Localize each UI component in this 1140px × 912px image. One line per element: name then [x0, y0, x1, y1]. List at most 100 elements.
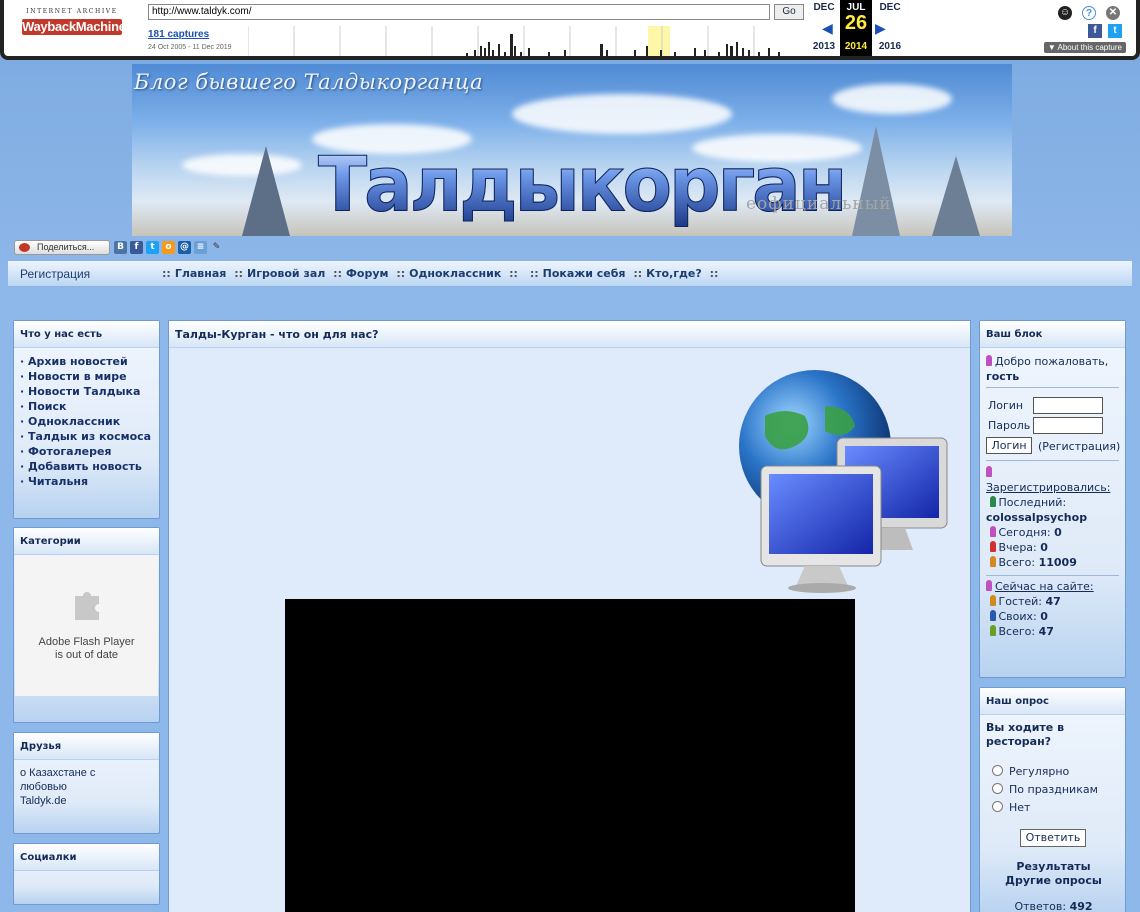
menu-block: Что у нас есть · Архив новостей · Новост… [13, 320, 160, 519]
poll-block-title: Наш опрос [980, 688, 1125, 715]
guest-name: гость [986, 370, 1020, 383]
wayback-current-day: 26 [844, 12, 868, 34]
menu-item-reading-room[interactable]: · Читальня [20, 474, 153, 489]
vote-button[interactable]: Ответить [1020, 829, 1086, 847]
wayback-sparkline[interactable] [248, 26, 804, 56]
users-icon [986, 355, 992, 366]
online-total-count: 47 [1038, 625, 1054, 638]
wayback-next-month: DEC [879, 2, 901, 13]
nav-links: :: Главная :: Игровой зал :: Форум :: Однокл… [162, 267, 719, 280]
menu-block-title: Что у нас есть [14, 321, 159, 348]
nav-link-show-yourself[interactable]: Покажи себя [543, 267, 626, 280]
mailru-icon[interactable]: @ [178, 241, 191, 254]
friend-link-kazakhstan-cont[interactable]: любовью [20, 780, 153, 794]
close-icon[interactable]: ✕ [1106, 6, 1120, 20]
facebook-share-icon[interactable]: f [130, 241, 143, 254]
welcome-text: Добро пожаловать, [995, 355, 1109, 368]
total-icon [989, 556, 996, 567]
wayback-prev-year[interactable]: 2013 [808, 41, 840, 52]
liveinternet-icon[interactable]: ≡ [194, 241, 207, 254]
odnoklassniki-icon[interactable]: о [162, 241, 175, 254]
poll-block: Наш опрос Вы ходите в ресторан? Регулярн… [979, 687, 1126, 912]
wayback-date-range: 24 Oct 2005 - 11 Dec 2019 [148, 44, 232, 51]
main-navigation: Регистрация :: Главная :: Игровой зал :: Фо… [8, 261, 1132, 287]
guests-icon [989, 595, 996, 606]
login-label: Логин [988, 399, 1024, 412]
network-globe-icon [739, 370, 948, 593]
wayback-prev-month: DEC [813, 2, 835, 13]
nav-link-forum[interactable]: Форум [346, 267, 389, 280]
wayback-captures-link[interactable]: 181 captures [148, 29, 209, 40]
poll-option-regularly[interactable]: Регулярно [992, 764, 1098, 779]
wayback-go-button[interactable]: Go [774, 4, 804, 20]
poll-question: Вы ходите в ресторан? [986, 721, 1065, 748]
nav-link-classmates[interactable]: Одноклассник [409, 267, 501, 280]
categories-block-title: Категории [14, 528, 159, 555]
nav-link-home[interactable]: Главная [175, 267, 227, 280]
nav-link-who-where[interactable]: Кто,где? [646, 267, 702, 280]
menu-item-taldyk-news[interactable]: · Новости Талдыка [20, 384, 153, 399]
yesterday-count: 0 [1040, 541, 1048, 554]
wayback-social: f t [1084, 24, 1124, 40]
menu-item-search[interactable]: · Поиск [20, 399, 153, 414]
online-icon [986, 580, 992, 591]
menu-item-world-news[interactable]: · Новости в мире [20, 369, 153, 384]
login-input[interactable] [1033, 397, 1103, 414]
blog-title: Блог бывшего Талдыкорганца [134, 70, 484, 94]
last-label: Последний: [998, 496, 1067, 509]
yesterday-label: Вчера: [998, 541, 1037, 554]
password-label: Пароль [988, 419, 1031, 432]
wayback-next-column[interactable]: DEC 2016 [874, 0, 906, 52]
twitter-share-icon[interactable]: t [146, 241, 159, 254]
registered-icon [986, 466, 992, 477]
friend-link-taldyk-de[interactable]: Taldyk.de [20, 794, 153, 808]
help-icon[interactable]: ? [1082, 6, 1096, 20]
online-total-label: Всего: [998, 625, 1036, 638]
menu-item-add-news[interactable]: · Добавить новость [20, 459, 153, 474]
wayback-calendar: DEC 2013 ◀ JUL 26 2014 ▶ DEC 2016 [808, 0, 904, 56]
share-button[interactable]: Поделиться... [14, 240, 110, 255]
wayback-icon-bar: ☺ ? ✕ [1054, 4, 1124, 24]
password-input[interactable] [1033, 417, 1103, 434]
video-player[interactable] [285, 599, 855, 912]
online-title[interactable]: Сейчас на сайте: [995, 580, 1094, 593]
wayback-current-column: JUL 26 2014 [840, 0, 872, 56]
bookmark-icon[interactable]: ✎ [210, 241, 223, 254]
today-icon [989, 526, 996, 537]
user-icon[interactable]: ☺ [1058, 6, 1072, 20]
wayback-logo-main: WaybackMachine [22, 19, 126, 35]
wayback-prev-column[interactable]: DEC 2013 [808, 0, 840, 52]
about-capture-button[interactable]: ▼ About this capture [1043, 42, 1126, 53]
twitter-icon[interactable]: t [1108, 24, 1122, 38]
flash-placeholder[interactable]: Adobe Flash Player is out of date [15, 556, 158, 696]
flash-message-line2: is out of date [55, 649, 118, 661]
social-block-title: Социалки [14, 844, 159, 871]
poll-results-link[interactable]: Результаты [980, 860, 1127, 874]
other-polls-link[interactable]: Другие опросы [980, 874, 1127, 888]
poll-option-no[interactable]: Нет [992, 800, 1098, 815]
prev-capture-arrow-icon[interactable]: ◀ [822, 20, 833, 37]
user-block: Ваш блок Добро пожаловать, гость Логин П… [979, 320, 1126, 678]
last-user[interactable]: colossalpsychop [986, 511, 1087, 524]
site-banner[interactable]: Блог бывшего Талдыкорганца Талдыкорган е… [132, 64, 1012, 236]
register-link[interactable]: (Регистрация) [1038, 439, 1120, 454]
menu-item-news-archive[interactable]: · Архив новостей [20, 354, 153, 369]
poll-option-holidays[interactable]: По праздникам [992, 782, 1098, 797]
menu-item-photo-gallery[interactable]: · Фотогалерея [20, 444, 153, 459]
today-count: 0 [1054, 526, 1062, 539]
menu-item-classmates[interactable]: · Одноклассник [20, 414, 153, 429]
plugin-puzzle-icon [75, 592, 99, 620]
wayback-logo[interactable]: INTERNET ARCHIVE WaybackMachine [22, 8, 126, 48]
nav-register-link[interactable]: Регистрация [20, 267, 90, 281]
menu-item-taldyk-from-space[interactable]: · Талдык из космоса [20, 429, 153, 444]
vk-icon[interactable]: В [114, 241, 127, 254]
facebook-icon[interactable]: f [1088, 24, 1102, 38]
members-label: Своих: [998, 610, 1037, 623]
registered-title[interactable]: Зарегистрировались: [986, 481, 1110, 494]
wayback-url-input[interactable]: http://www.taldyk.com/ [148, 4, 770, 20]
nav-link-games[interactable]: Игровой зал [247, 267, 325, 280]
wayback-next-year[interactable]: 2016 [874, 41, 906, 52]
login-button[interactable]: Логин [986, 437, 1032, 454]
friend-link-kazakhstan[interactable]: о Казахстане с [20, 766, 153, 780]
next-capture-arrow-icon[interactable]: ▶ [875, 20, 886, 37]
